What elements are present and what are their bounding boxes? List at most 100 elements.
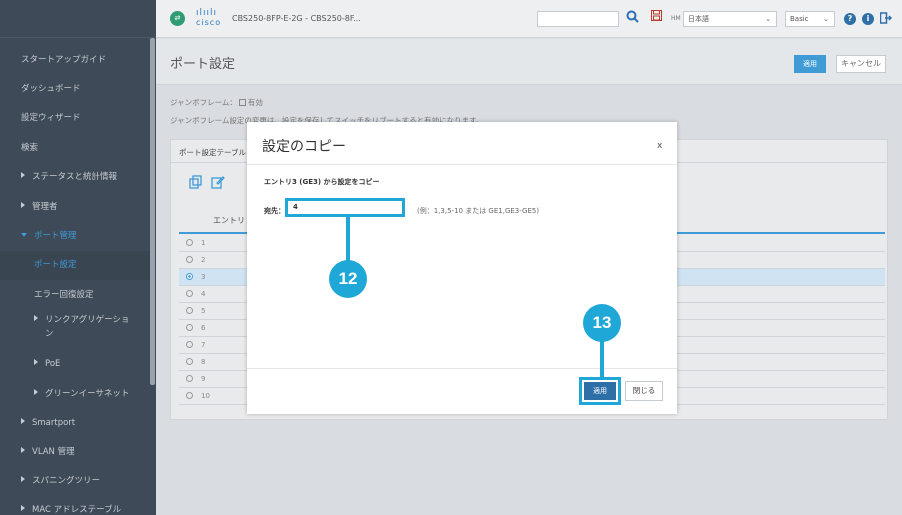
close-icon[interactable]: x (657, 141, 662, 151)
sidebar-item-dashboard[interactable]: ダッシュボード (0, 75, 150, 104)
sidebar-item-port-management[interactable]: ポート管理 (0, 222, 150, 251)
row-radio[interactable] (186, 273, 193, 280)
divider (247, 368, 677, 369)
sidebar-scrollbar[interactable] (150, 38, 155, 385)
chevron-down-icon: ⌄ (823, 15, 829, 23)
row-radio[interactable] (186, 375, 193, 382)
jumbo-frame-checkbox[interactable] (238, 99, 246, 106)
chevron-right-icon (21, 505, 25, 511)
sidebar-item-startup-guide[interactable]: スタートアップガイド (0, 46, 150, 75)
callout-line (346, 216, 350, 264)
entry-number: 4 (201, 290, 206, 298)
sidebar-item-config-wizard[interactable]: 設定ウィザード (0, 104, 150, 133)
search-input[interactable] (537, 11, 619, 27)
apply-button[interactable]: 適用 (794, 55, 826, 73)
sidebar-item-vlan[interactable]: VLAN 管理 (0, 438, 150, 467)
save-icon[interactable] (651, 10, 662, 24)
help-icon[interactable]: ? (844, 13, 856, 25)
destination-label: 宛先： (264, 207, 285, 215)
sidebar-item-label: スタートアップガイド (21, 55, 107, 65)
row-radio[interactable] (186, 256, 193, 263)
row-radio[interactable] (186, 358, 193, 365)
entry-number: 9 (201, 375, 206, 383)
sidebar-item-admin[interactable]: 管理者 (0, 193, 150, 222)
dialog-apply-button[interactable]: 適用 (584, 382, 616, 400)
chevron-right-icon (34, 315, 38, 321)
table-title: ポート設定テーブル (179, 148, 247, 157)
row-radio[interactable] (186, 341, 193, 348)
row-radio[interactable] (186, 307, 193, 314)
entry-number: 7 (201, 341, 206, 349)
language-select[interactable]: 日本語 ⌄ (683, 11, 777, 27)
chevron-right-icon (21, 476, 25, 482)
copy-description: エントリ3 (GE3) から設定をコピー (264, 178, 380, 186)
sidebar-item-label: ポート設定 (34, 260, 77, 270)
sidebar-item-label: PoE (45, 359, 61, 369)
logout-icon[interactable] (879, 12, 893, 27)
sidebar-item-label: MAC アドレステーブル (32, 505, 122, 515)
row-radio[interactable] (186, 239, 193, 246)
chevron-right-icon (21, 172, 25, 178)
callout-line (600, 338, 604, 380)
sidebar-item-label: Smartport (32, 418, 76, 428)
sidebar-item-status-stats[interactable]: ステータスと統計情報 (0, 163, 150, 192)
cancel-button[interactable]: キャンセル (836, 55, 886, 73)
chevron-right-icon (21, 418, 25, 424)
sidebar-item-green-ethernet[interactable]: グリーンイーサネット (0, 380, 150, 409)
menu-toggle-icon[interactable]: ⇄ (170, 11, 185, 26)
divider (247, 164, 677, 165)
chevron-right-icon (21, 202, 25, 208)
sidebar-item-label: ポート管理 (34, 231, 77, 241)
sidebar-item-label: ダッシュボード (21, 84, 81, 94)
sidebar-item-label: ステータスと統計情報 (32, 172, 118, 182)
title-bar: ポート設定 適用 キャンセル (156, 39, 902, 85)
info-icon[interactable]: i (862, 13, 874, 25)
column-header-entry: エントリ (213, 216, 245, 225)
copy-settings-icon[interactable] (189, 175, 203, 192)
jumbo-frame-label: ジャンボフレーム： (170, 98, 237, 107)
entry-number: 6 (201, 324, 206, 332)
search-icon[interactable] (626, 10, 639, 26)
sidebar-item-label: 設定ウィザード (21, 113, 81, 123)
row-radio[interactable] (186, 392, 193, 399)
sidebar-item-error-recovery[interactable]: エラー回復設定 (0, 281, 150, 310)
sidebar-item-label: 検索 (21, 143, 39, 153)
sidebar-item-label: VLAN 管理 (32, 447, 75, 457)
apply-highlight: 適用 (579, 377, 621, 405)
dialog-close-button[interactable]: 閉じる (625, 381, 663, 401)
device-name: CBS250-8FP-E-2G - CBS250-8F... (232, 14, 361, 23)
sidebar-item-label: エラー回復設定 (34, 290, 94, 300)
top-header: ⇄ ılıılı cisco CBS250-8FP-E-2G - CBS250-… (156, 0, 902, 38)
page-title: ポート設定 (170, 57, 236, 72)
jumbo-frame-setting: ジャンボフレーム： 有効 (170, 97, 263, 108)
entry-number: 10 (201, 392, 210, 400)
edit-icon[interactable] (211, 175, 225, 192)
sidebar-item-port-settings[interactable]: ポート設定 (0, 251, 150, 280)
row-radio[interactable] (186, 324, 193, 331)
cisco-logo: ılıılı cisco (196, 8, 222, 27)
destination-hint: (例：1,3,5-10 または GE1,GE3-GE5) (417, 207, 540, 215)
sidebar-item-spanning-tree[interactable]: スパニングツリー (0, 467, 150, 496)
entry-number: 3 (201, 273, 206, 281)
sidebar-item-search[interactable]: 検索 (0, 134, 150, 163)
sidebar-item-label: グリーンイーサネット (45, 389, 130, 399)
mode-select[interactable]: Basic ⌄ (785, 11, 835, 27)
sidebar-item-label: ン (45, 329, 54, 339)
sidebar: スタートアップガイド ダッシュボード 設定ウィザード 検索 ステータスと統計情報… (0, 0, 156, 515)
entry-number: 1 (201, 239, 206, 247)
chevron-down-icon (21, 233, 27, 237)
entry-number: 5 (201, 307, 206, 315)
sidebar-item-smartport[interactable]: Smartport (0, 409, 150, 438)
sidebar-item-label: リンクアグリゲーショ (45, 315, 130, 325)
sidebar-item-poe[interactable]: PoE (0, 350, 150, 379)
callout-step-13: 13 (583, 304, 621, 342)
copy-settings-dialog: 設定のコピー x エントリ3 (GE3) から設定をコピー 宛先： 4 (例：1… (247, 122, 677, 414)
sidebar-item-label: スパニングツリー (32, 476, 101, 486)
destination-input[interactable]: 4 (285, 198, 405, 217)
chevron-right-icon (34, 359, 38, 365)
callout-step-12: 12 (329, 260, 367, 298)
sidebar-item-mac-table[interactable]: MAC アドレステーブル (0, 496, 150, 515)
row-radio[interactable] (186, 290, 193, 297)
sidebar-item-link-aggregation[interactable]: リンクアグリゲーション (0, 313, 150, 343)
chevron-right-icon (21, 447, 25, 453)
